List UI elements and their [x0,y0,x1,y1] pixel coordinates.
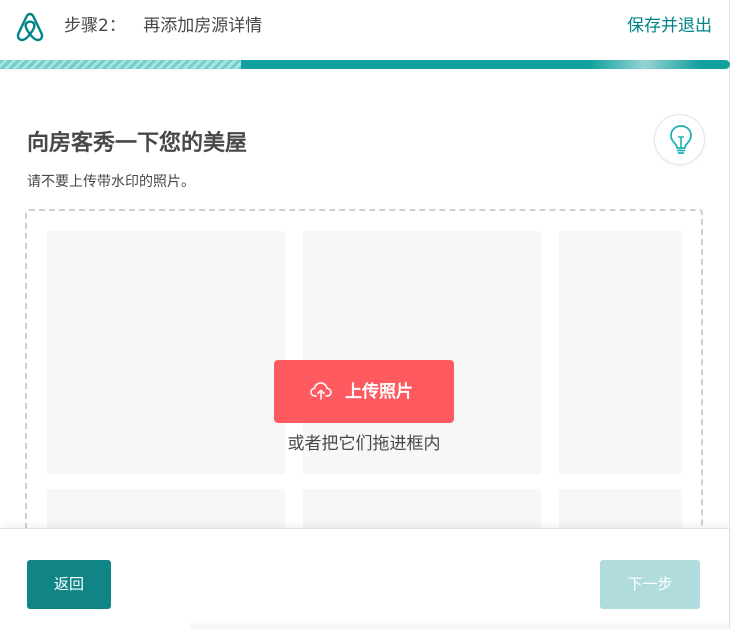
step-indicator: 步骤2： 再添加房源详情 [64,14,262,38]
window-right-border [729,0,730,629]
step-title: 再添加房源详情 [143,16,263,36]
step-number-label: 步骤2： [64,16,126,36]
progress-bar [0,60,730,69]
upload-photos-button[interactable]: 上传照片 [274,360,454,423]
airbnb-logo-icon[interactable] [14,10,46,44]
upload-photos-label: 上传照片 [345,382,413,402]
progress-bar-highlight [590,60,700,69]
save-and-exit-link[interactable]: 保存并退出 [627,13,712,39]
footer-shadow [190,617,729,629]
page-subtitle: 请不要上传带水印的照片。 [27,174,195,190]
back-button[interactable]: 返回 [27,560,111,609]
tip-button[interactable] [654,114,705,165]
lightbulb-icon [670,125,692,154]
drag-hint-text: 或者把它们拖进框内 [287,434,441,454]
next-button[interactable]: 下一步 [600,560,700,609]
page-title: 向房客秀一下您的美屋 [27,131,248,156]
progress-bar-completed [0,60,241,69]
top-header: 步骤2： 再添加房源详情 保存并退出 [0,0,730,58]
cloud-upload-icon [310,382,332,400]
footer-bar: 返回 下一步 [0,528,729,629]
